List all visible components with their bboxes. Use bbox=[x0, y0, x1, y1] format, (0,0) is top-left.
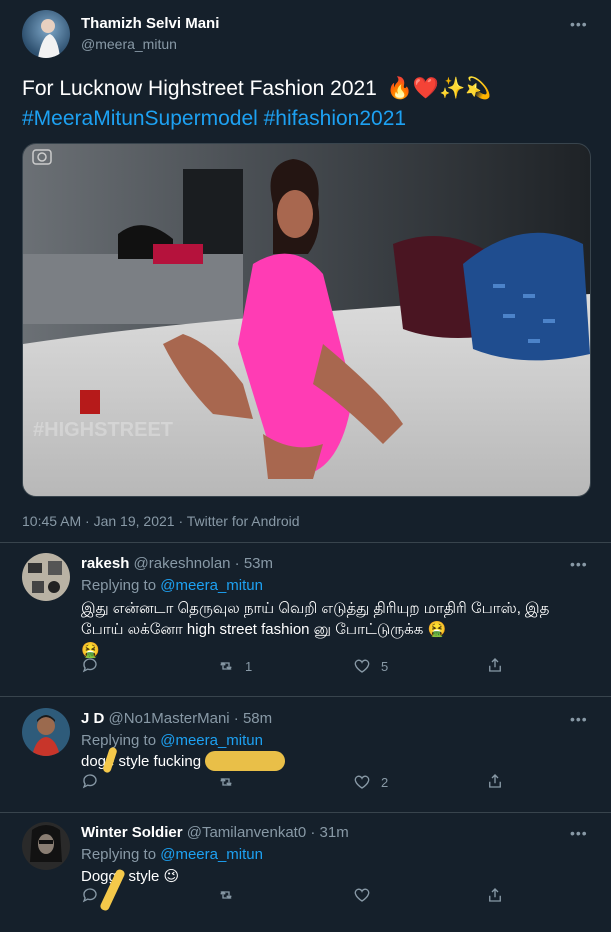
reply-name[interactable]: J D bbox=[81, 710, 104, 727]
avatar-figure bbox=[30, 825, 62, 862]
reply-time[interactable]: · 53m bbox=[235, 555, 273, 572]
retweet-icon[interactable]: 1 bbox=[217, 657, 252, 675]
author-name[interactable]: Thamizh Selvi Mani bbox=[81, 15, 219, 32]
reply-text: இது என்னடா தெருவுல நாய் வெறி எடுத்து திர… bbox=[81, 600, 550, 659]
tweet-emojis: 🔥❤️✨💫 bbox=[386, 76, 492, 100]
replying-to-link[interactable]: @meera_mitun bbox=[160, 732, 263, 749]
reply-avatar[interactable] bbox=[22, 553, 70, 601]
avatar-collage bbox=[28, 561, 62, 593]
tweet-text-line: For Lucknow Highstreet Fashion 2021 🔥❤️✨… bbox=[22, 76, 491, 101]
watermark-text: #HIGHSTREET bbox=[33, 419, 173, 441]
more-options-icon[interactable]: ••• bbox=[570, 711, 588, 727]
reply-avatar[interactable] bbox=[22, 708, 70, 756]
reply-time[interactable]: · 31m bbox=[310, 824, 348, 841]
like-count: 5 bbox=[381, 658, 389, 674]
like-icon[interactable]: 5 bbox=[353, 657, 388, 675]
reply-handle[interactable]: @Tamilanvenkat0 bbox=[187, 824, 306, 841]
reply-handle[interactable]: @rakeshnolan bbox=[134, 555, 231, 572]
reply-header: Winter Soldier @Tamilanvenkat0 · 31m bbox=[81, 824, 349, 841]
tweet-hashtags[interactable]: #MeeraMitunSupermodel #hifashion2021 bbox=[22, 107, 406, 131]
more-options-icon[interactable]: ••• bbox=[570, 16, 588, 32]
tweet-media[interactable]: #HIGHSTREET bbox=[22, 143, 591, 497]
reply-text: doge style fucking bbox=[81, 753, 202, 770]
nauseated-emoji: 🤮 bbox=[427, 620, 447, 638]
divider bbox=[0, 542, 611, 543]
reply-handle[interactable]: @No1MasterMani bbox=[109, 710, 230, 727]
reply-avatar[interactable] bbox=[22, 822, 70, 870]
share-icon[interactable] bbox=[486, 656, 504, 677]
reply-header: rakesh @rakeshnolan · 53m bbox=[81, 555, 273, 572]
censor-scribble bbox=[205, 751, 285, 771]
winking-emoji: 😉 bbox=[163, 867, 180, 885]
reply-text: Doggy style 😉 bbox=[81, 867, 180, 885]
reply-icon[interactable] bbox=[81, 886, 99, 907]
replying-to: Replying to @meera_mitun bbox=[81, 732, 263, 749]
tweet-meta: 10:45 AM · Jan 19, 2021 · Twitter for An… bbox=[22, 513, 300, 529]
retweet-count: 1 bbox=[245, 658, 253, 674]
divider bbox=[0, 812, 611, 813]
like-count: 2 bbox=[381, 774, 389, 790]
divider bbox=[0, 696, 611, 697]
share-icon[interactable] bbox=[486, 886, 504, 907]
retweet-icon[interactable] bbox=[217, 773, 245, 791]
like-icon[interactable] bbox=[353, 886, 371, 907]
reply-icon[interactable] bbox=[81, 656, 99, 677]
reply-header: J D @No1MasterMani · 58m bbox=[81, 710, 272, 727]
reply-icon[interactable] bbox=[81, 772, 99, 793]
author-avatar[interactable] bbox=[22, 10, 70, 58]
author-handle[interactable]: @meera_mitun bbox=[81, 36, 177, 52]
like-icon[interactable]: 2 bbox=[353, 773, 388, 791]
avatar-figure bbox=[32, 715, 60, 756]
avatar-figure bbox=[38, 19, 60, 58]
share-icon[interactable] bbox=[486, 772, 504, 793]
more-options-icon[interactable]: ••• bbox=[570, 825, 588, 841]
tweet-text: For Lucknow Highstreet Fashion 2021 bbox=[22, 77, 377, 100]
replying-to: Replying to @meera_mitun bbox=[81, 577, 263, 594]
more-options-icon[interactable]: ••• bbox=[570, 556, 588, 572]
reply-name[interactable]: Winter Soldier bbox=[81, 824, 183, 841]
retweet-icon[interactable] bbox=[217, 886, 235, 907]
replying-to-link[interactable]: @meera_mitun bbox=[160, 846, 263, 863]
reply-time[interactable]: · 58m bbox=[234, 710, 272, 727]
reply-name[interactable]: rakesh bbox=[81, 555, 129, 572]
replying-to: Replying to @meera_mitun bbox=[81, 846, 263, 863]
replying-to-link[interactable]: @meera_mitun bbox=[160, 577, 263, 594]
photo-scene: #HIGHSTREET bbox=[23, 144, 590, 496]
